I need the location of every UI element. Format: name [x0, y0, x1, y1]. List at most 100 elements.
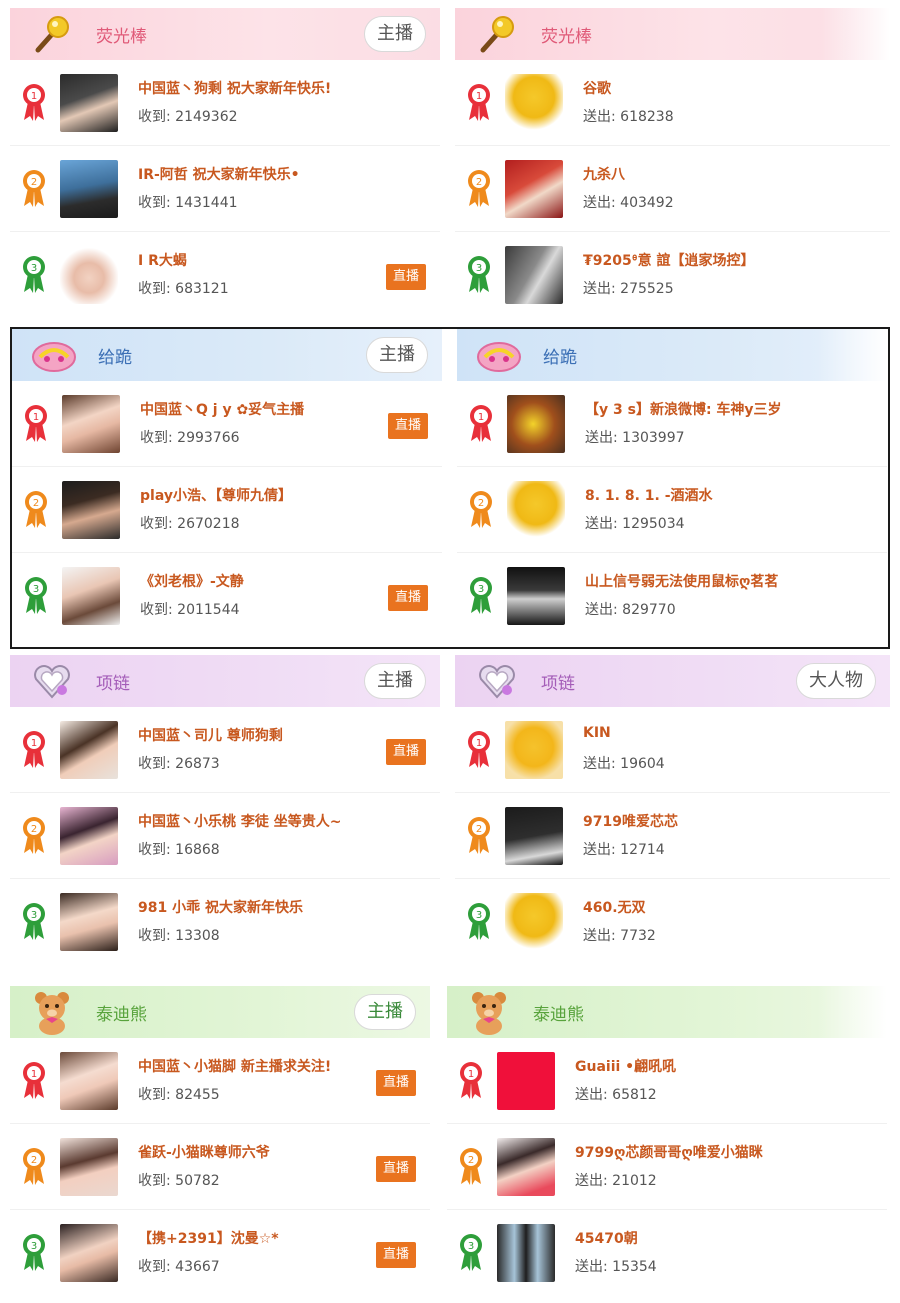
sent-count: 送出: 829770	[585, 602, 676, 618]
avatar[interactable]	[60, 246, 118, 304]
rank-2-medal-icon: 2	[470, 491, 492, 528]
ranking-row[interactable]: 2 8. 1. 8. 1. -酒酒水 送出: 1295034	[457, 467, 887, 553]
ranking-row[interactable]: 2 play小浩、【尊师九倩】 收到: 2670218	[12, 467, 442, 553]
ranking-row[interactable]: 1 KIN 送出: 19604	[455, 707, 890, 793]
svg-text:1: 1	[31, 738, 37, 749]
avatar[interactable]	[505, 160, 563, 218]
user-name[interactable]: 中国蓝丶狗剩 祝大家新年快乐!	[138, 78, 331, 98]
gift-name: 荧光棒	[541, 26, 592, 47]
avatar[interactable]	[62, 567, 120, 625]
rank-3-medal-icon: 3	[23, 903, 45, 940]
ranking-row[interactable]: 2 9719唯爱芯芯 送出: 12714	[455, 793, 890, 879]
avatar[interactable]	[60, 721, 118, 779]
user-name[interactable]: I R大蝎	[138, 250, 187, 270]
received-count: 收到: 2149362	[138, 109, 238, 125]
ranking-row[interactable]: 3 【携+2391】沈曼☆* 收到: 43667 直播	[10, 1210, 430, 1296]
user-name[interactable]: 45470朝	[575, 1228, 638, 1248]
avatar[interactable]	[62, 395, 120, 453]
duck-avatar[interactable]	[505, 721, 563, 779]
live-badge[interactable]: 直播	[386, 264, 426, 290]
necklace-icon	[473, 657, 521, 705]
panel-anchor: 荧光棒 主播 1 中国蓝丶狗剩 祝大家新年快乐! 收到: 2149362 2 I…	[10, 8, 440, 318]
user-name[interactable]: play小浩、【尊师九倩】	[140, 485, 292, 505]
user-name[interactable]: 中国蓝丶小乐桃 李徒 坐等贵人~	[138, 811, 341, 831]
live-badge[interactable]: 直播	[388, 585, 428, 611]
ranking-row[interactable]: 1 中国蓝丶小猫脚 新主播求关注! 收到: 82455 直播	[10, 1038, 430, 1124]
user-name[interactable]: KIN	[583, 725, 611, 741]
live-badge[interactable]: 直播	[376, 1242, 416, 1268]
live-badge[interactable]: 直播	[388, 413, 428, 439]
avatar[interactable]	[62, 481, 120, 539]
live-badge[interactable]: 直播	[376, 1070, 416, 1096]
svg-text:2: 2	[478, 498, 484, 509]
user-name[interactable]: 九杀八	[583, 164, 625, 184]
anchor-tag[interactable]: 主播	[364, 663, 426, 699]
user-name[interactable]: 谷歌	[583, 78, 611, 98]
sent-count: 送出: 618238	[583, 109, 674, 125]
ranking-row[interactable]: 2 中国蓝丶小乐桃 李徒 坐等贵人~ 收到: 16868	[10, 793, 440, 879]
user-name[interactable]: 【携+2391】沈曼☆*	[138, 1228, 279, 1248]
avatar[interactable]	[60, 74, 118, 132]
svg-text:2: 2	[31, 824, 37, 835]
ranking-row[interactable]: 3 460.无双 送出: 7732	[455, 879, 890, 965]
avatar[interactable]	[497, 1138, 555, 1196]
user-name[interactable]: 981 小乖 祝大家新年快乐	[138, 897, 303, 917]
user-name[interactable]: 【y 3 s】新浪微博: 车神y三岁	[585, 399, 782, 419]
avatar[interactable]	[497, 1052, 555, 1110]
user-name[interactable]: 中国蓝丶小猫脚 新主播求关注!	[138, 1056, 331, 1076]
avatar[interactable]	[505, 807, 563, 865]
avatar[interactable]	[505, 246, 563, 304]
sent-count: 送出: 403492	[583, 195, 674, 211]
ranking-list: 1 Guaiii •翩吼吼 送出: 65812 2 9799ღ芯颜哥哥ღ唯爱小猫…	[447, 1038, 887, 1296]
user-name[interactable]: 山上信号弱无法使用鼠标ღ茗茗	[585, 571, 778, 591]
ranking-row[interactable]: 1 中国蓝丶司儿 尊师狗剩 收到: 26873 直播	[10, 707, 440, 793]
ranking-row[interactable]: 1 中国蓝丶狗剩 祝大家新年快乐! 收到: 2149362	[10, 60, 440, 146]
avatar[interactable]	[60, 1052, 118, 1110]
user-name[interactable]: 中国蓝丶Q j y ✿妥气主播	[140, 399, 304, 419]
user-name[interactable]: Guaiii •翩吼吼	[575, 1056, 676, 1076]
avatar[interactable]	[507, 567, 565, 625]
user-name[interactable]: 中国蓝丶司儿 尊师狗剩	[138, 725, 283, 745]
ranking-row[interactable]: 3 《刘老根》-文静 收到: 2011544 直播	[12, 553, 442, 639]
anchor-tag[interactable]: 主播	[366, 337, 428, 373]
user-name[interactable]: 9719唯爱芯芯	[583, 811, 678, 831]
user-name[interactable]: ₮9205ᶿ意 誼【逍家场控】	[583, 250, 755, 270]
ranking-row[interactable]: 1 Guaiii •翩吼吼 送出: 65812	[447, 1038, 887, 1124]
ranking-row[interactable]: 2 雀跃-小猫眯尊师六爷 收到: 50782 直播	[10, 1124, 430, 1210]
ranking-row[interactable]: 2 IR-阿哲 祝大家新年快乐• 收到: 1431441	[10, 146, 440, 232]
ranking-row[interactable]: 1 谷歌 送出: 618238	[455, 60, 890, 146]
ranking-row[interactable]: 3 ₮9205ᶿ意 誼【逍家场控】 送出: 275525	[455, 232, 890, 318]
live-badge[interactable]: 直播	[376, 1156, 416, 1182]
avatar[interactable]	[60, 160, 118, 218]
mascot-avatar[interactable]	[505, 893, 563, 951]
user-name[interactable]: IR-阿哲 祝大家新年快乐•	[138, 164, 300, 184]
avatar[interactable]	[60, 1224, 118, 1282]
ranking-row[interactable]: 3 山上信号弱无法使用鼠标ღ茗茗 送出: 829770	[457, 553, 887, 639]
ranking-row[interactable]: 1 中国蓝丶Q j y ✿妥气主播 收到: 2993766 直播	[12, 381, 442, 467]
svg-text:3: 3	[33, 584, 39, 595]
anchor-tag[interactable]: 主播	[354, 994, 416, 1030]
mascot-avatar[interactable]	[505, 74, 563, 132]
user-name[interactable]: 8. 1. 8. 1. -酒酒水	[585, 485, 713, 505]
received-count: 收到: 683121	[138, 281, 229, 297]
avatar[interactable]	[60, 807, 118, 865]
live-badge[interactable]: 直播	[386, 739, 426, 765]
mascot-avatar[interactable]	[507, 481, 565, 539]
avatar[interactable]	[507, 395, 565, 453]
panel-header: 给跪	[457, 329, 887, 381]
ranking-row[interactable]: 3 981 小乖 祝大家新年快乐 收到: 13308	[10, 879, 440, 965]
avatar[interactable]	[497, 1224, 555, 1282]
avatar[interactable]	[60, 1138, 118, 1196]
anchor-tag[interactable]: 主播	[364, 16, 426, 52]
vip-tag[interactable]: 大人物	[796, 663, 876, 699]
ranking-row[interactable]: 3 I R大蝎 收到: 683121 直播	[10, 232, 440, 318]
avatar[interactable]	[60, 893, 118, 951]
ranking-row[interactable]: 2 9799ღ芯颜哥哥ღ唯爱小猫眯 送出: 21012	[447, 1124, 887, 1210]
user-name[interactable]: 9799ღ芯颜哥哥ღ唯爱小猫眯	[575, 1142, 763, 1162]
user-name[interactable]: 《刘老根》-文静	[140, 571, 244, 591]
ranking-row[interactable]: 3 45470朝 送出: 15354	[447, 1210, 887, 1296]
user-name[interactable]: 460.无双	[583, 897, 646, 917]
ranking-row[interactable]: 2 九杀八 送出: 403492	[455, 146, 890, 232]
user-name[interactable]: 雀跃-小猫眯尊师六爷	[138, 1142, 270, 1162]
ranking-row[interactable]: 1 【y 3 s】新浪微博: 车神y三岁 送出: 1303997	[457, 381, 887, 467]
